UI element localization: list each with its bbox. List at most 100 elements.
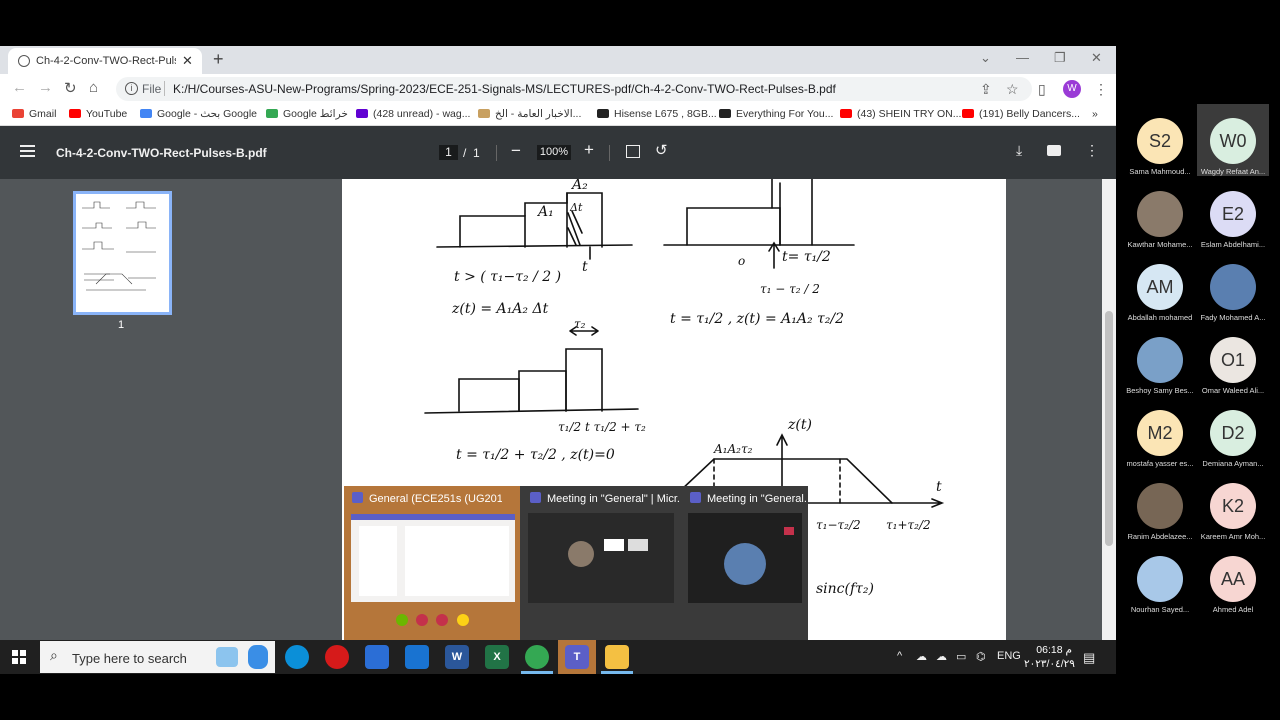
file-explorer-icon[interactable] <box>605 645 629 669</box>
windows-start-icon[interactable] <box>12 650 26 664</box>
network-icon[interactable]: ⌬ <box>976 650 986 663</box>
bookmark-item[interactable]: YouTube <box>69 108 127 120</box>
zoom-in-icon[interactable]: + <box>584 140 594 160</box>
pdf-scrollbar[interactable] <box>1102 179 1116 640</box>
participant-tile[interactable]: AM Abdallah mohamed <box>1124 250 1196 322</box>
reload-icon[interactable]: ↻ <box>64 79 77 97</box>
notifications-icon[interactable]: ▤ <box>1083 650 1095 666</box>
opera-icon[interactable] <box>325 645 349 669</box>
chrome-menu-icon[interactable]: ⋮ <box>1094 81 1108 98</box>
search-placeholder: Type here to search <box>72 651 187 666</box>
clock-date: ٢٠٢٣/٠٤/٢٩ <box>1024 658 1075 670</box>
rotate-icon[interactable]: ↺ <box>655 141 668 159</box>
more-actions-icon[interactable]: ⋮ <box>1085 142 1099 159</box>
participant-tile[interactable]: W0 Wagdy Refaat An... <box>1197 104 1269 176</box>
minimize-icon[interactable]: — <box>1016 50 1029 65</box>
home-icon[interactable]: ⌂ <box>89 79 98 96</box>
side-panel-icon[interactable]: ▯ <box>1038 81 1046 98</box>
call-status-icon[interactable] <box>416 614 428 626</box>
onedrive-icon[interactable]: ☁ <box>916 650 927 663</box>
teams-taskbar-button[interactable]: T <box>558 640 596 674</box>
cloud-icon[interactable]: ☁ <box>936 650 947 663</box>
bookmark-item[interactable]: الاخبار العامة - الخ... <box>478 108 581 120</box>
browser-tab-pdf[interactable]: Ch-4-2-Conv-TWO-Rect-Pulses-B.pdf ✕ <box>8 48 202 74</box>
tab-close-icon[interactable]: ✕ <box>182 53 193 69</box>
zoom-out-icon[interactable]: − <box>511 141 521 161</box>
profile-avatar[interactable]: W <box>1063 80 1081 98</box>
file-scheme-label: File <box>142 82 162 96</box>
svg-text:t = τ₁/2 + τ₂/2 , z(t)=0: t = τ₁/2 + τ₂/2 , z(t)=0 <box>456 447 615 463</box>
forward-icon[interactable]: → <box>38 79 53 96</box>
participant-avatar <box>1210 264 1256 310</box>
bookmark-item[interactable]: Google خرائط <box>266 108 348 120</box>
status-away-icon[interactable] <box>457 614 469 626</box>
participant-avatar: O1 <box>1210 337 1256 383</box>
address-bar[interactable]: i File K:/H/Courses-ASU-New-Programs/Spr… <box>116 77 1032 101</box>
zoom-level-input[interactable]: 100% <box>537 145 571 160</box>
participant-tile[interactable]: D2 Demiana Ayman... <box>1197 396 1269 468</box>
taskbar-search-box[interactable]: ⌕ Type here to search <box>40 641 275 673</box>
preview-thumbnail <box>528 513 674 603</box>
bookmark-favicon-icon <box>140 109 152 118</box>
edge-icon[interactable] <box>285 645 309 669</box>
preview-window-meeting-1[interactable]: Meeting in "General" | Micr... <box>522 486 682 640</box>
bookmark-label: Everything For You... <box>736 108 834 120</box>
participant-name: Wagdy Refaat An... <box>1200 167 1266 176</box>
thumbnail-sketch <box>82 201 156 291</box>
tab-search-icon[interactable]: ⌄ <box>980 50 991 66</box>
show-hidden-icons-icon[interactable]: ^ <box>897 650 902 662</box>
print-icon[interactable] <box>1047 145 1061 156</box>
bookmark-item[interactable]: Hisense L675 , 8GB... <box>597 108 717 120</box>
bookmark-item[interactable]: (43) SHEIN TRY ON... <box>840 108 961 120</box>
bookmark-item[interactable]: (428 unread) - wag... <box>356 108 470 120</box>
search-icon: ⌕ <box>50 647 58 663</box>
participant-tile[interactable]: Fady Mohamed A... <box>1197 250 1269 322</box>
participant-tile[interactable]: K2 Kareem Amr Moh... <box>1197 469 1269 541</box>
back-icon[interactable]: ← <box>12 79 27 96</box>
call-end-icon[interactable] <box>436 614 448 626</box>
svg-text:t= τ₁/2: t= τ₁/2 <box>782 249 831 265</box>
battery-icon[interactable]: ▭ <box>956 650 966 663</box>
download-icon[interactable]: ⤓ <box>1016 142 1022 159</box>
bookmark-item[interactable]: Gmail <box>12 108 56 120</box>
store-icon[interactable] <box>365 645 389 669</box>
bookmark-item[interactable]: Google - بحث Google <box>140 108 257 120</box>
fit-to-page-icon[interactable] <box>626 145 640 158</box>
bookmark-item[interactable]: (191) Belly Dancers... <box>962 108 1080 120</box>
clock-time: 06:18 م <box>1036 644 1072 656</box>
word-icon[interactable]: W <box>445 645 469 669</box>
close-window-icon[interactable]: ✕ <box>1091 50 1102 66</box>
page-number-input[interactable]: 1 <box>439 145 458 160</box>
participant-tile[interactable]: O1 Omar Waleed Ali... <box>1197 323 1269 395</box>
language-indicator[interactable]: ENG <box>997 650 1021 662</box>
participant-tile[interactable]: AA Ahmed Adel <box>1197 542 1269 614</box>
participant-tile[interactable]: Nourhan Sayed... <box>1124 542 1196 614</box>
participant-tile[interactable]: Ranim Abdelazee... <box>1124 469 1196 541</box>
excel-icon[interactable]: X <box>485 645 509 669</box>
taskbar-clock[interactable]: 06:18 م ٢٠٢٣/٠٤/٢٩ <box>1024 643 1075 671</box>
call-accept-icon[interactable] <box>396 614 408 626</box>
scrollbar-thumb[interactable] <box>1105 311 1113 546</box>
participant-name: Omar Waleed Ali... <box>1201 386 1265 395</box>
participant-avatar <box>1137 483 1183 529</box>
participant-tile[interactable]: M2 mostafa yasser es... <box>1124 396 1196 468</box>
bookmark-label: Google خرائط <box>283 108 348 120</box>
participant-tile[interactable]: S2 Sama Mahmoud... <box>1124 104 1196 176</box>
participant-tile[interactable]: Beshoy Samy Bes... <box>1124 323 1196 395</box>
preview-window-general[interactable]: General (ECE251s (UG2018) - Si... <box>344 486 520 640</box>
restore-icon[interactable]: ❐ <box>1054 50 1066 66</box>
more-bookmarks-icon[interactable]: » <box>1092 108 1098 120</box>
share-icon[interactable]: ⇪ <box>980 81 992 98</box>
new-tab-icon[interactable]: + <box>213 49 224 70</box>
page-thumbnail[interactable] <box>73 191 172 315</box>
info-icon[interactable]: i <box>125 82 138 95</box>
bookmark-item[interactable]: Everything For You... <box>719 108 833 120</box>
bookmark-favicon-icon <box>356 109 368 118</box>
preview-window-meeting-2[interactable]: Meeting in "General... <box>682 486 808 640</box>
participant-tile[interactable]: Kawthar Mohame... <box>1124 177 1196 249</box>
menu-icon[interactable] <box>20 145 35 157</box>
chrome-icon[interactable] <box>525 645 549 669</box>
bookmark-star-icon[interactable]: ☆ <box>1006 81 1019 98</box>
participant-tile[interactable]: E2 Eslam Abdelhami... <box>1197 177 1269 249</box>
mail-icon[interactable] <box>405 645 429 669</box>
